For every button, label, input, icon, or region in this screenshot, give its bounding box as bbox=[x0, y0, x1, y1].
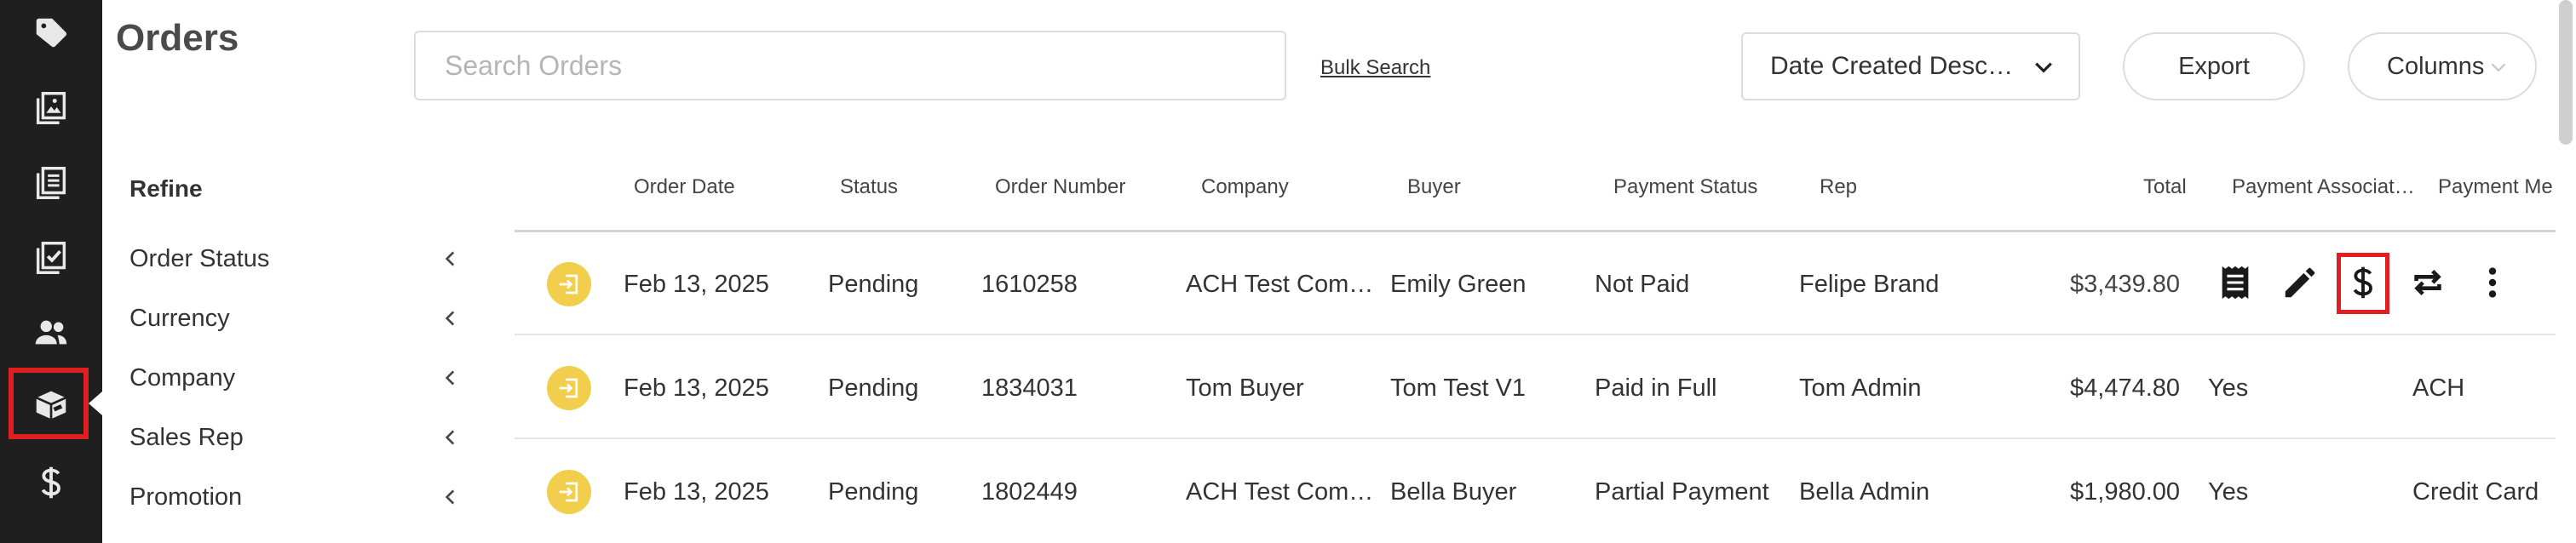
refine-item-label: Company bbox=[129, 363, 236, 392]
rail-item-lists[interactable] bbox=[0, 153, 102, 213]
cell-order-date: Feb 13, 2025 bbox=[624, 374, 769, 402]
cell-total: $1,980.00 bbox=[2070, 478, 2181, 506]
column-header-order-number[interactable]: Order Number bbox=[995, 175, 1125, 199]
order-type-icon[interactable] bbox=[547, 262, 591, 306]
page-title: Orders bbox=[116, 17, 239, 59]
refine-item-label: Sales Rep bbox=[129, 423, 244, 451]
cell-payment-method: ACH bbox=[2412, 374, 2465, 402]
cell-order-date: Feb 13, 2025 bbox=[624, 271, 769, 298]
refine-item-sales-rep[interactable]: Sales Rep bbox=[129, 419, 462, 456]
table-header-divider bbox=[515, 230, 2556, 232]
cell-order-number[interactable]: 1802449 bbox=[981, 478, 1078, 506]
row-action-receipt[interactable] bbox=[2211, 259, 2259, 306]
row-divider bbox=[515, 437, 2556, 439]
icon-rail bbox=[0, 0, 102, 543]
row-action-more[interactable] bbox=[2469, 259, 2516, 306]
list-icon bbox=[36, 167, 66, 199]
cell-payment-status: Not Paid bbox=[1595, 271, 1690, 298]
enter-icon bbox=[559, 274, 578, 294]
row-action-refresh[interactable] bbox=[2404, 259, 2452, 306]
cell-payment-associated: Yes bbox=[2208, 374, 2249, 402]
chevron-down-icon bbox=[2035, 62, 2052, 73]
cell-buyer: Emily Green bbox=[1390, 271, 1527, 298]
chevron-left-icon bbox=[445, 311, 455, 326]
column-header-payment-method[interactable]: Payment Me bbox=[2438, 175, 2553, 199]
rail-item-checklist[interactable] bbox=[0, 228, 102, 288]
receipt-icon bbox=[2222, 266, 2249, 300]
chevron-left-icon bbox=[445, 370, 455, 386]
users-icon bbox=[35, 320, 67, 345]
dollar-icon bbox=[41, 466, 60, 499]
more-icon bbox=[2488, 267, 2497, 298]
export-button-label: Export bbox=[2178, 52, 2250, 80]
cell-status: Pending bbox=[828, 478, 919, 506]
refine-item-company[interactable]: Company bbox=[129, 359, 462, 397]
payment-action-highlight bbox=[2337, 253, 2389, 314]
sort-select[interactable]: Date Created Desc… bbox=[1741, 32, 2080, 100]
enter-icon bbox=[559, 378, 578, 398]
sort-select-value: Date Created Desc… bbox=[1770, 52, 2014, 80]
chevron-down-icon bbox=[2491, 63, 2506, 72]
checklist-icon bbox=[36, 242, 66, 274]
refine-item-label: Promotion bbox=[129, 483, 243, 511]
cell-total: $4,474.80 bbox=[2070, 374, 2181, 402]
rail-item-payments[interactable] bbox=[0, 453, 102, 512]
tag-icon bbox=[36, 18, 67, 48]
columns-button-label: Columns bbox=[2387, 52, 2485, 80]
rail-item-tags[interactable] bbox=[0, 3, 102, 63]
export-button[interactable]: Export bbox=[2123, 32, 2305, 100]
active-item-highlight bbox=[9, 368, 89, 439]
column-header-order-date[interactable]: Order Date bbox=[634, 175, 735, 199]
cell-rep: Felipe Brand bbox=[1799, 271, 1940, 298]
refine-title: Refine bbox=[129, 175, 203, 202]
enter-icon bbox=[559, 482, 578, 502]
cell-buyer: Bella Buyer bbox=[1390, 478, 1517, 506]
cell-order-number[interactable]: 1610258 bbox=[981, 271, 1078, 299]
chevron-left-icon bbox=[445, 489, 455, 505]
refine-item-order-status[interactable]: Order Status bbox=[129, 240, 462, 277]
refine-item-label: Order Status bbox=[129, 244, 270, 272]
rail-item-users[interactable] bbox=[0, 303, 102, 363]
cell-total: $3,439.80 bbox=[2070, 271, 2181, 298]
cell-payment-associated: Yes bbox=[2208, 478, 2249, 506]
column-header-total[interactable]: Total bbox=[2143, 175, 2187, 199]
order-type-icon[interactable] bbox=[547, 366, 591, 410]
column-header-rep[interactable]: Rep bbox=[1820, 175, 1857, 199]
column-header-payment-status[interactable]: Payment Status bbox=[1613, 175, 1757, 199]
catalog-icon bbox=[36, 92, 66, 124]
edit-icon bbox=[2285, 267, 2315, 298]
columns-button[interactable]: Columns bbox=[2348, 32, 2537, 100]
cell-payment-method: Credit Card bbox=[2412, 478, 2539, 506]
cell-company: ACH Test Com… bbox=[1186, 478, 1374, 506]
active-item-pointer bbox=[89, 392, 102, 415]
cell-order-number[interactable]: 1834031 bbox=[981, 374, 1078, 403]
order-type-icon[interactable] bbox=[547, 470, 591, 514]
cell-buyer: Tom Test V1 bbox=[1390, 374, 1527, 402]
row-divider bbox=[515, 334, 2556, 335]
bulk-search-link[interactable]: Bulk Search bbox=[1320, 56, 1430, 80]
search-input[interactable] bbox=[414, 31, 1286, 100]
chevron-left-icon bbox=[445, 430, 455, 445]
cell-order-date: Feb 13, 2025 bbox=[624, 478, 769, 506]
cell-payment-status: Partial Payment bbox=[1595, 478, 1769, 506]
cell-company: ACH Test Com… bbox=[1186, 271, 1374, 298]
cell-status: Pending bbox=[828, 271, 919, 298]
cell-rep: Bella Admin bbox=[1799, 478, 1930, 506]
cell-rep: Tom Admin bbox=[1799, 374, 1922, 402]
column-header-company[interactable]: Company bbox=[1201, 175, 1289, 199]
rail-item-catalog[interactable] bbox=[0, 78, 102, 138]
refine-item-promotion[interactable]: Promotion bbox=[129, 478, 462, 516]
column-header-payment-associated[interactable]: Payment Associat… bbox=[2232, 175, 2415, 199]
chevron-left-icon bbox=[445, 251, 455, 266]
refine-item-currency[interactable]: Currency bbox=[129, 300, 462, 337]
refresh-icon bbox=[2414, 269, 2441, 296]
row-action-edit[interactable] bbox=[2276, 259, 2324, 306]
cell-status: Pending bbox=[828, 374, 919, 402]
column-header-buyer[interactable]: Buyer bbox=[1407, 175, 1461, 199]
cell-payment-status: Paid in Full bbox=[1595, 374, 1717, 402]
refine-item-label: Currency bbox=[129, 304, 230, 332]
cell-company: Tom Buyer bbox=[1186, 374, 1304, 402]
vertical-scrollbar[interactable] bbox=[2559, 0, 2573, 145]
column-header-status[interactable]: Status bbox=[840, 175, 898, 199]
